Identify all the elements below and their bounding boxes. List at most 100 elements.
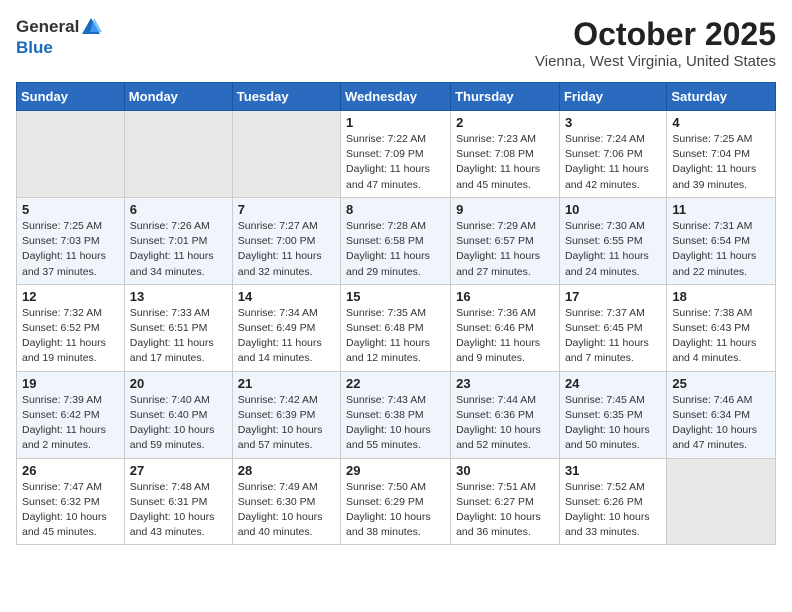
day-number: 6	[130, 202, 227, 217]
calendar-cell: 27 Sunrise: 7:48 AM Sunset: 6:31 PM Dayli…	[124, 458, 232, 545]
day-info: Sunrise: 7:42 AM Sunset: 6:39 PM Dayligh…	[238, 393, 335, 454]
day-number: 3	[565, 115, 661, 130]
day-of-week-sunday: Sunday	[17, 83, 125, 111]
day-info: Sunrise: 7:28 AM Sunset: 6:58 PM Dayligh…	[346, 219, 445, 280]
calendar-week-3: 12Sunrise: 7:32 AM Sunset: 6:52 PM Dayli…	[17, 284, 776, 371]
day-of-week-tuesday: Tuesday	[232, 83, 340, 111]
day-info: Sunrise: 7:46 AM Sunset: 6:34 PM Dayligh…	[672, 393, 770, 454]
day-number: 1	[346, 115, 445, 130]
day-info: Sunrise: 7:30 AM Sunset: 6:55 PM Dayligh…	[565, 219, 661, 280]
calendar-cell: 17 Sunrise: 7:37 AM Sunset: 6:45 PM Dayli…	[559, 284, 666, 371]
calendar-cell: 26 Sunrise: 7:47 AM Sunset: 6:32 PM Dayli…	[17, 458, 125, 545]
day-number: 24	[565, 376, 661, 391]
day-number: 27	[130, 463, 227, 478]
day-info: Sunrise: 7:26 AM Sunset: 7:01 PM Dayligh…	[130, 219, 227, 280]
day-number: 10	[565, 202, 661, 217]
title-area: October 2025 Vienna, West Virginia, Unit…	[535, 16, 776, 70]
calendar-cell: 25 Sunrise: 7:46 AM Sunset: 6:34 PM Dayli…	[667, 371, 776, 458]
calendar-cell: 19Sunrise: 7:39 AM Sunset: 6:42 PM Dayli…	[17, 371, 125, 458]
calendar-cell: 28 Sunrise: 7:49 AM Sunset: 6:30 PM Dayli…	[232, 458, 340, 545]
day-of-week-thursday: Thursday	[451, 83, 560, 111]
day-number: 21	[238, 376, 335, 391]
day-info: Sunrise: 7:43 AM Sunset: 6:38 PM Dayligh…	[346, 393, 445, 454]
day-info: Sunrise: 7:38 AM Sunset: 6:43 PM Dayligh…	[672, 306, 770, 367]
day-info: Sunrise: 7:52 AM Sunset: 6:26 PM Dayligh…	[565, 480, 661, 541]
day-number: 8	[346, 202, 445, 217]
day-info: Sunrise: 7:34 AM Sunset: 6:49 PM Dayligh…	[238, 306, 335, 367]
calendar-cell: 30Sunrise: 7:51 AM Sunset: 6:27 PM Dayli…	[451, 458, 560, 545]
day-info: Sunrise: 7:37 AM Sunset: 6:45 PM Dayligh…	[565, 306, 661, 367]
calendar-cell: 23Sunrise: 7:44 AM Sunset: 6:36 PM Dayli…	[451, 371, 560, 458]
day-info: Sunrise: 7:24 AM Sunset: 7:06 PM Dayligh…	[565, 132, 661, 193]
calendar-cell: 21 Sunrise: 7:42 AM Sunset: 6:39 PM Dayli…	[232, 371, 340, 458]
calendar-cell: 3 Sunrise: 7:24 AM Sunset: 7:06 PM Daylig…	[559, 111, 666, 198]
day-info: Sunrise: 7:36 AM Sunset: 6:46 PM Dayligh…	[456, 306, 554, 367]
day-number: 17	[565, 289, 661, 304]
calendar-cell: 31 Sunrise: 7:52 AM Sunset: 6:26 PM Dayli…	[559, 458, 666, 545]
calendar-cell: 29Sunrise: 7:50 AM Sunset: 6:29 PM Dayli…	[341, 458, 451, 545]
calendar-week-1: 1 Sunrise: 7:22 AM Sunset: 7:09 PM Daylig…	[17, 111, 776, 198]
day-info: Sunrise: 7:39 AM Sunset: 6:42 PM Dayligh…	[22, 393, 119, 454]
day-info: Sunrise: 7:49 AM Sunset: 6:30 PM Dayligh…	[238, 480, 335, 541]
day-number: 18	[672, 289, 770, 304]
day-number: 25	[672, 376, 770, 391]
calendar-week-2: 5Sunrise: 7:25 AM Sunset: 7:03 PM Daylig…	[17, 197, 776, 284]
calendar-cell	[667, 458, 776, 545]
logo-icon	[80, 16, 102, 38]
logo-general: General	[16, 17, 79, 37]
day-number: 16	[456, 289, 554, 304]
page-header: General Blue October 2025 Vienna, West V…	[16, 16, 776, 70]
calendar-table: SundayMondayTuesdayWednesdayThursdayFrid…	[16, 82, 776, 545]
calendar-week-5: 26 Sunrise: 7:47 AM Sunset: 6:32 PM Dayli…	[17, 458, 776, 545]
day-info: Sunrise: 7:29 AM Sunset: 6:57 PM Dayligh…	[456, 219, 554, 280]
calendar-cell: 4 Sunrise: 7:25 AM Sunset: 7:04 PM Daylig…	[667, 111, 776, 198]
day-info: Sunrise: 7:33 AM Sunset: 6:51 PM Dayligh…	[130, 306, 227, 367]
day-number: 4	[672, 115, 770, 130]
day-info: Sunrise: 7:40 AM Sunset: 6:40 PM Dayligh…	[130, 393, 227, 454]
day-number: 22	[346, 376, 445, 391]
calendar-cell: 14 Sunrise: 7:34 AM Sunset: 6:49 PM Dayli…	[232, 284, 340, 371]
calendar-cell: 7Sunrise: 7:27 AM Sunset: 7:00 PM Daylig…	[232, 197, 340, 284]
day-info: Sunrise: 7:47 AM Sunset: 6:32 PM Dayligh…	[22, 480, 119, 541]
day-number: 15	[346, 289, 445, 304]
month-title: October 2025	[535, 16, 776, 53]
day-number: 14	[238, 289, 335, 304]
calendar-cell: 13Sunrise: 7:33 AM Sunset: 6:51 PM Dayli…	[124, 284, 232, 371]
day-number: 31	[565, 463, 661, 478]
day-of-week-friday: Friday	[559, 83, 666, 111]
day-number: 9	[456, 202, 554, 217]
calendar-cell: 1 Sunrise: 7:22 AM Sunset: 7:09 PM Daylig…	[341, 111, 451, 198]
day-info: Sunrise: 7:35 AM Sunset: 6:48 PM Dayligh…	[346, 306, 445, 367]
calendar-cell: 5Sunrise: 7:25 AM Sunset: 7:03 PM Daylig…	[17, 197, 125, 284]
day-of-week-monday: Monday	[124, 83, 232, 111]
calendar-cell: 15 Sunrise: 7:35 AM Sunset: 6:48 PM Dayli…	[341, 284, 451, 371]
days-of-week-row: SundayMondayTuesdayWednesdayThursdayFrid…	[17, 83, 776, 111]
calendar-cell: 22 Sunrise: 7:43 AM Sunset: 6:38 PM Dayli…	[341, 371, 451, 458]
calendar-cell: 24 Sunrise: 7:45 AM Sunset: 6:35 PM Dayli…	[559, 371, 666, 458]
calendar-cell: 6 Sunrise: 7:26 AM Sunset: 7:01 PM Daylig…	[124, 197, 232, 284]
calendar-cell	[124, 111, 232, 198]
day-info: Sunrise: 7:45 AM Sunset: 6:35 PM Dayligh…	[565, 393, 661, 454]
day-info: Sunrise: 7:48 AM Sunset: 6:31 PM Dayligh…	[130, 480, 227, 541]
calendar-cell: 16 Sunrise: 7:36 AM Sunset: 6:46 PM Dayli…	[451, 284, 560, 371]
calendar-cell: 8 Sunrise: 7:28 AM Sunset: 6:58 PM Daylig…	[341, 197, 451, 284]
day-number: 5	[22, 202, 119, 217]
calendar-week-4: 19Sunrise: 7:39 AM Sunset: 6:42 PM Dayli…	[17, 371, 776, 458]
day-number: 28	[238, 463, 335, 478]
day-info: Sunrise: 7:22 AM Sunset: 7:09 PM Dayligh…	[346, 132, 445, 193]
calendar-cell: 10 Sunrise: 7:30 AM Sunset: 6:55 PM Dayli…	[559, 197, 666, 284]
day-number: 23	[456, 376, 554, 391]
day-number: 26	[22, 463, 119, 478]
day-info: Sunrise: 7:23 AM Sunset: 7:08 PM Dayligh…	[456, 132, 554, 193]
calendar-cell: 9 Sunrise: 7:29 AM Sunset: 6:57 PM Daylig…	[451, 197, 560, 284]
day-info: Sunrise: 7:25 AM Sunset: 7:04 PM Dayligh…	[672, 132, 770, 193]
day-info: Sunrise: 7:32 AM Sunset: 6:52 PM Dayligh…	[22, 306, 119, 367]
day-number: 11	[672, 202, 770, 217]
day-info: Sunrise: 7:31 AM Sunset: 6:54 PM Dayligh…	[672, 219, 770, 280]
day-info: Sunrise: 7:51 AM Sunset: 6:27 PM Dayligh…	[456, 480, 554, 541]
calendar-cell	[232, 111, 340, 198]
day-number: 29	[346, 463, 445, 478]
calendar-cell: 12Sunrise: 7:32 AM Sunset: 6:52 PM Dayli…	[17, 284, 125, 371]
calendar-cell: 18 Sunrise: 7:38 AM Sunset: 6:43 PM Dayli…	[667, 284, 776, 371]
day-of-week-saturday: Saturday	[667, 83, 776, 111]
